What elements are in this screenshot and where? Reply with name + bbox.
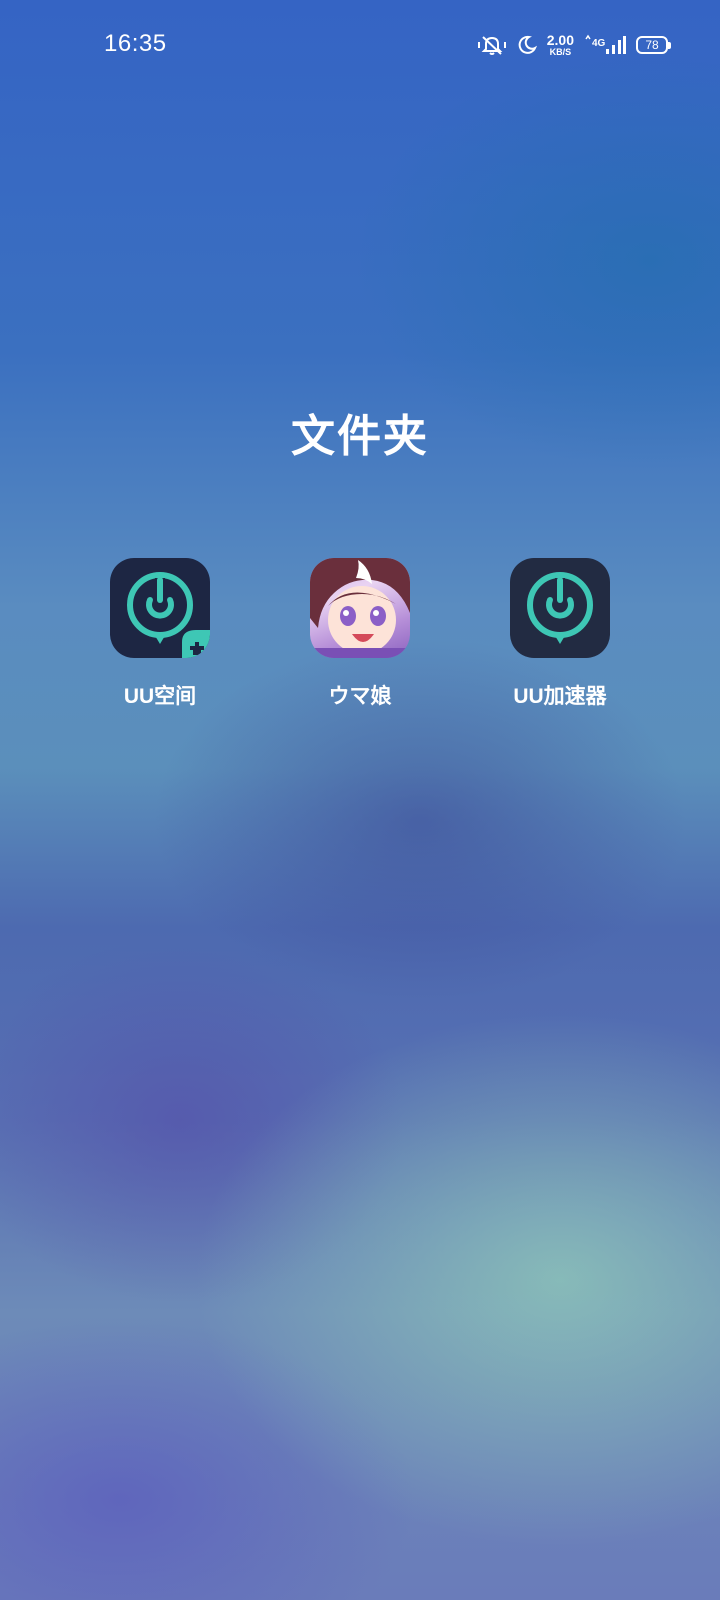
network-speed-value: 2.00 [546,32,574,48]
app-uu-space[interactable]: UU空间 [80,558,240,710]
app-label: ウマ娘 [328,685,392,708]
battery-percent: 78 [645,38,659,52]
status-bar: 16:35 2.00 KB/S 4G 78 [0,0,720,90]
uu-accelerator-icon[interactable] [510,558,610,658]
mute-bell-icon [477,34,507,56]
uu-space-icon[interactable] [110,558,210,658]
status-icons: 2.00 KB/S 4G 78 [477,30,671,60]
network-type: 4G [592,38,606,49]
moon-icon [517,35,537,55]
app-label: UU加速器 [513,685,607,708]
network-speed-unit: KB/S [549,47,572,57]
battery-icon: 78 [636,36,671,54]
uma-musume-icon[interactable] [310,558,410,658]
network-speed: 2.00 KB/S [547,33,574,57]
app-uma-musume[interactable]: ウマ娘 [280,558,440,710]
app-label: UU空间 [123,685,197,708]
clock: 16:35 [104,30,167,57]
signal-icon: 4G [584,34,626,56]
folder-title: 文件夹 [291,412,429,461]
app-uu-accelerator[interactable]: UU加速器 [480,558,640,710]
